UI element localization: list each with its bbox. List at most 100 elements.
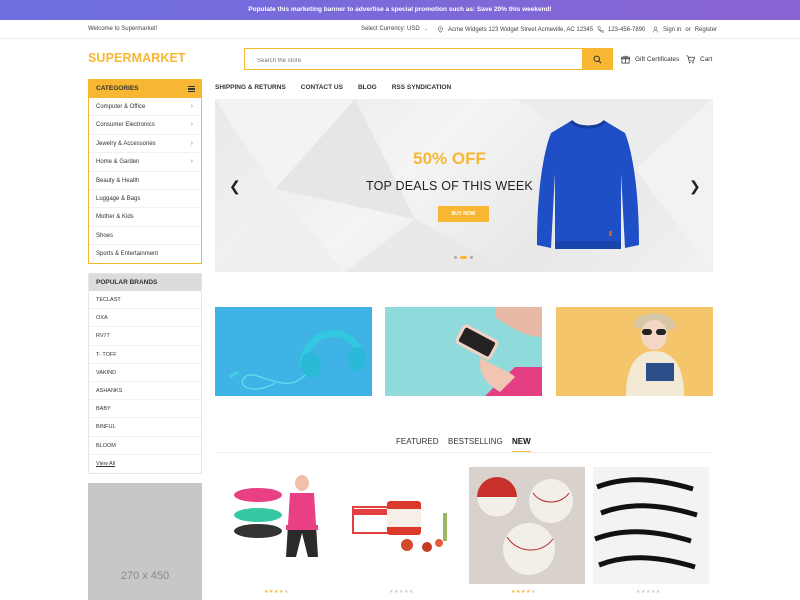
welcome-text: Welcome to Supermarket!: [88, 26, 158, 32]
product-card[interactable]: [469, 467, 585, 584]
sign-in-link[interactable]: Sign in: [663, 27, 681, 33]
category-item[interactable]: Computer & Office ›: [89, 98, 201, 117]
product-rating: ★★★★★: [389, 589, 414, 595]
sweatshirt-image: [537, 119, 639, 249]
product-rating: ★★★★★: [636, 589, 661, 595]
search-button[interactable]: [582, 49, 612, 69]
banner-smartphone[interactable]: [385, 307, 542, 396]
category-item[interactable]: Beauty & Health: [89, 172, 201, 190]
nav-shipping-returns[interactable]: SHIPPING & RETURNS: [215, 84, 286, 91]
gift-icon: [621, 55, 630, 64]
product-card[interactable]: [593, 467, 709, 584]
smartphone-image: [455, 307, 542, 396]
slider-dot[interactable]: [470, 256, 473, 259]
account-links: Sign in or Register: [652, 26, 717, 33]
search-bar: [244, 48, 613, 71]
brand-item[interactable]: T- TOFF: [89, 346, 201, 364]
product-card[interactable]: [347, 467, 463, 584]
category-item[interactable]: Jewelry & Accessories ›: [89, 135, 201, 154]
category-label: Sports & Entertainment: [96, 251, 159, 258]
location-pin-icon: [438, 26, 443, 33]
product-card[interactable]: [222, 467, 338, 584]
chevron-down-icon: ⌄: [423, 26, 428, 32]
product-image: [469, 467, 585, 584]
category-label: Computer & Office: [96, 104, 146, 110]
phone-icon: [597, 26, 604, 33]
category-label: Beauty & Health: [96, 177, 140, 184]
chevron-right-icon: ›: [190, 139, 193, 147]
cart-link[interactable]: Cart: [686, 55, 712, 64]
cart-label: Cart: [700, 56, 713, 63]
category-label: Shoes: [96, 232, 114, 239]
tab-featured[interactable]: FEATURED: [396, 437, 439, 446]
categories-title: CATEGORIES: [96, 85, 139, 92]
popular-brands-title: POPULAR BRANDS: [89, 274, 201, 291]
phone-text: 123-456-7890: [608, 26, 646, 33]
product-rating: ★★★★★: [511, 589, 536, 595]
banner-headphones[interactable]: [215, 307, 372, 396]
brand-item[interactable]: BABY: [89, 400, 201, 419]
address-text: Acme Widgets 123 Widget Street Acmeville…: [448, 26, 594, 33]
category-item[interactable]: Luggage & Bags: [89, 190, 201, 209]
product-image: [234, 475, 318, 557]
or-text: or: [685, 26, 691, 33]
site-logo[interactable]: SUPERMARKET: [88, 51, 186, 65]
tabs-divider: [215, 452, 713, 453]
category-item[interactable]: Consumer Electronics ›: [89, 116, 201, 135]
tab-bestselling[interactable]: BESTSELLING: [448, 437, 503, 446]
search-input[interactable]: [245, 51, 575, 71]
category-item[interactable]: Home & Garden ›: [89, 153, 201, 172]
category-item[interactable]: Shoes: [89, 227, 201, 246]
register-link[interactable]: Register: [695, 27, 717, 33]
banner-fashion[interactable]: [556, 307, 713, 396]
brand-item[interactable]: BINFUL: [89, 418, 201, 437]
category-label: Jewelry & Accessories: [96, 140, 156, 147]
product-image: [352, 501, 447, 552]
gift-certificates-link[interactable]: Gift Certificates: [621, 55, 679, 64]
categories-list: Computer & Office › Consumer Electronics ›…: [89, 98, 201, 264]
slider-dot[interactable]: [454, 256, 457, 259]
store-phone[interactable]: 123-456-7890: [597, 26, 645, 33]
category-label: Consumer Electronics: [96, 122, 155, 129]
categories-header[interactable]: CATEGORIES: [89, 80, 201, 98]
nav-rss-syndication[interactable]: RSS SYNDICATION: [392, 84, 451, 91]
brand-item[interactable]: OXA: [89, 309, 201, 328]
hero-slider: ❮ ❯ 50% OFF TOP DEALS OF THIS WEEK BUY N…: [215, 99, 713, 272]
slider-dot-active[interactable]: [460, 256, 467, 259]
main-nav: SHIPPING & RETURNS CONTACT US BLOG RSS S…: [215, 84, 451, 91]
popular-brands-panel: POPULAR BRANDS TECLAST OXA RV77 T- TOFF …: [88, 273, 202, 474]
currency-selector[interactable]: Select Currency: USD ⌄: [361, 26, 428, 32]
nav-blog[interactable]: BLOG: [358, 84, 377, 91]
category-label: Home & Garden: [96, 159, 140, 166]
promo-banner[interactable]: Populate this marketing banner to advert…: [0, 0, 800, 20]
brand-item[interactable]: TECLAST: [89, 291, 201, 310]
category-item[interactable]: Sports & Entertainment: [89, 245, 201, 263]
store-address: Acme Widgets 123 Widget Street Acmeville…: [437, 26, 593, 33]
currency-label: Select Currency: USD: [361, 26, 420, 32]
view-all-brands-link[interactable]: View All: [89, 455, 201, 473]
fashion-woman-image: [626, 313, 684, 396]
cart-icon: [686, 55, 695, 64]
user-icon: [652, 26, 659, 33]
gift-certificates-label: Gift Certificates: [635, 56, 680, 63]
brand-item[interactable]: ASHANKS: [89, 382, 201, 401]
brand-item[interactable]: BLOOM: [89, 437, 201, 455]
category-item[interactable]: Mother & Kids: [89, 208, 201, 227]
categories-panel: CATEGORIES Computer & Office › Consumer E…: [88, 79, 202, 264]
search-icon: [593, 55, 601, 63]
menu-icon: [188, 86, 195, 92]
product-rating: ★★★★★: [264, 589, 289, 595]
chevron-right-icon: ›: [190, 158, 193, 166]
brand-item[interactable]: VAKIND: [89, 364, 201, 382]
top-bar: Welcome to Supermarket! Select Currency:…: [0, 20, 800, 39]
category-label: Mother & Kids: [96, 214, 134, 221]
ad-placeholder: 270 x 450: [88, 483, 202, 600]
slider-dots: [454, 256, 473, 259]
tab-new[interactable]: NEW: [512, 437, 531, 446]
brand-item[interactable]: RV77: [89, 327, 201, 346]
chevron-right-icon: ›: [190, 103, 193, 110]
product-image: [593, 467, 709, 584]
buy-now-button[interactable]: BUY NOW: [438, 206, 489, 222]
nav-contact-us[interactable]: CONTACT US: [301, 84, 343, 91]
brands-list: TECLAST OXA RV77 T- TOFF VAKIND ASHANKS …: [89, 291, 201, 473]
